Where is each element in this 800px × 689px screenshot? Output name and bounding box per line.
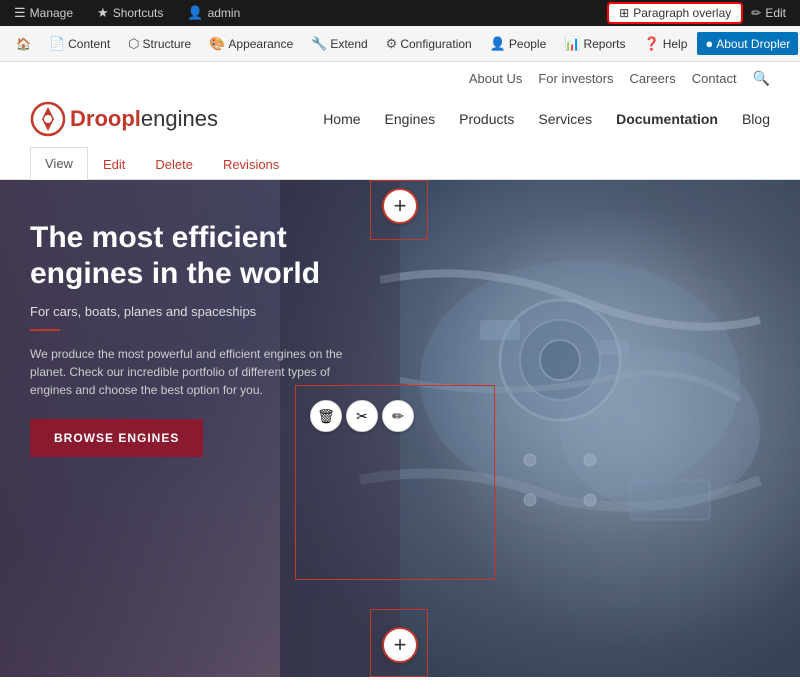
nav-content[interactable]: 📄 Content xyxy=(41,32,118,56)
nav-about-dropler[interactable]: ● About Dropler xyxy=(697,32,798,55)
nav-documentation[interactable]: Documentation xyxy=(616,111,718,127)
user-icon: 👤 xyxy=(187,5,203,21)
header-top-links: About Us For investors Careers Contact 🔍 xyxy=(30,62,770,91)
shortcuts-menu[interactable]: ★ Shortcuts xyxy=(91,3,169,23)
edit-pencil-icon: ✏ xyxy=(392,408,404,425)
star-icon: ★ xyxy=(97,5,109,21)
hero-divider xyxy=(30,329,60,331)
admin-label: admin xyxy=(208,6,241,20)
configuration-icon: ⚙ xyxy=(386,36,398,52)
tab-edit[interactable]: Edit xyxy=(88,148,140,180)
dropler-icon: ● xyxy=(705,36,713,51)
nav-services[interactable]: Services xyxy=(538,111,592,127)
appearance-label: Appearance xyxy=(228,37,293,51)
nav-home[interactable]: 🏠 xyxy=(8,33,39,55)
hero-title: The most efficient engines in the world xyxy=(30,220,370,292)
tab-revisions[interactable]: Revisions xyxy=(208,148,294,180)
logo-svg xyxy=(30,101,66,137)
logo-area[interactable]: Drooplengines xyxy=(30,101,218,137)
careers-link[interactable]: Careers xyxy=(630,71,676,86)
nav-blog[interactable]: Blog xyxy=(742,111,770,127)
main-navigation: Home Engines Products Services Documenta… xyxy=(323,111,770,127)
structure-icon: ⬡ xyxy=(128,36,139,52)
manage-menu[interactable]: ☰ Manage xyxy=(8,3,79,23)
manage-icon: ☰ xyxy=(14,5,26,21)
nav-appearance[interactable]: 🎨 Appearance xyxy=(201,32,301,56)
shortcuts-label: Shortcuts xyxy=(113,6,164,20)
overlay-icon: ⊞ xyxy=(619,6,629,20)
nav-engines[interactable]: Engines xyxy=(385,111,436,127)
edit-tool-button[interactable]: ✏ xyxy=(382,400,414,432)
nav-structure[interactable]: ⬡ Structure xyxy=(120,32,199,56)
content-label: Content xyxy=(68,37,110,51)
manage-label: Manage xyxy=(30,6,73,20)
appearance-icon: 🎨 xyxy=(209,36,225,52)
nav-help[interactable]: ❓ Help xyxy=(636,32,696,56)
content-icon: 📄 xyxy=(49,36,65,52)
logo-text: Drooplengines xyxy=(70,106,218,132)
drupal-nav: 🏠 📄 Content ⬡ Structure 🎨 Appearance 🔧 E… xyxy=(0,26,800,62)
trash-icon: 🗑 xyxy=(317,408,335,425)
admin-user-menu[interactable]: 👤 admin xyxy=(181,3,246,23)
delete-tool-button[interactable]: 🗑 xyxy=(310,400,342,432)
pencil-icon: ✏ xyxy=(751,6,761,20)
site-header: About Us For investors Careers Contact 🔍… xyxy=(0,62,800,147)
extend-label: Extend xyxy=(330,37,367,51)
configuration-label: Configuration xyxy=(400,37,471,51)
header-main: Drooplengines Home Engines Products Serv… xyxy=(30,91,770,147)
about-us-link[interactable]: About Us xyxy=(469,71,522,86)
extend-icon: 🔧 xyxy=(311,36,327,52)
tab-delete[interactable]: Delete xyxy=(140,148,208,180)
nav-people[interactable]: 👤 People xyxy=(482,32,555,56)
paragraph-overlay-label: Paragraph overlay xyxy=(633,6,731,20)
nav-extend[interactable]: 🔧 Extend xyxy=(303,32,376,56)
edit-mode-button[interactable]: ✏ Edit xyxy=(745,4,792,22)
nav-products[interactable]: Products xyxy=(459,111,514,127)
admin-toolbar: ☰ Manage ★ Shortcuts 👤 admin ⊞ Paragraph… xyxy=(0,0,800,26)
hero-section: The most efficient engines in the world … xyxy=(0,180,800,677)
scissors-icon: ✂ xyxy=(356,408,368,425)
search-icon[interactable]: 🔍 xyxy=(753,70,770,87)
nav-configuration[interactable]: ⚙ Configuration xyxy=(378,32,480,56)
structure-label: Structure xyxy=(143,37,192,51)
reports-label: Reports xyxy=(583,37,625,51)
nav-reports[interactable]: 📊 Reports xyxy=(556,32,633,56)
reports-icon: 📊 xyxy=(564,36,580,52)
add-paragraph-bottom-button[interactable]: + xyxy=(382,627,418,663)
for-investors-link[interactable]: For investors xyxy=(538,71,613,86)
edit-tools-group: 🗑 ✂ ✏ xyxy=(310,400,414,432)
cut-tool-button[interactable]: ✂ xyxy=(346,400,378,432)
home-icon: 🏠 xyxy=(16,37,31,51)
help-label: Help xyxy=(663,37,688,51)
nav-home[interactable]: Home xyxy=(323,111,360,127)
help-icon: ❓ xyxy=(644,36,660,52)
edit-mode-label: Edit xyxy=(765,6,786,20)
hero-subtitle: For cars, boats, planes and spaceships xyxy=(30,304,370,319)
people-icon: 👤 xyxy=(490,36,506,52)
edit-tabs: View Edit Delete Revisions xyxy=(0,147,800,180)
add-paragraph-top-button[interactable]: + xyxy=(382,188,418,224)
people-label: People xyxy=(509,37,546,51)
hero-description: We produce the most powerful and efficie… xyxy=(30,345,370,399)
browse-engines-button[interactable]: BROWSE ENGINES xyxy=(30,419,203,457)
contact-link[interactable]: Contact xyxy=(692,71,737,86)
about-dropler-label: About Dropler xyxy=(716,37,790,51)
tab-view[interactable]: View xyxy=(30,147,88,180)
paragraph-overlay-button[interactable]: ⊞ Paragraph overlay xyxy=(609,4,741,22)
